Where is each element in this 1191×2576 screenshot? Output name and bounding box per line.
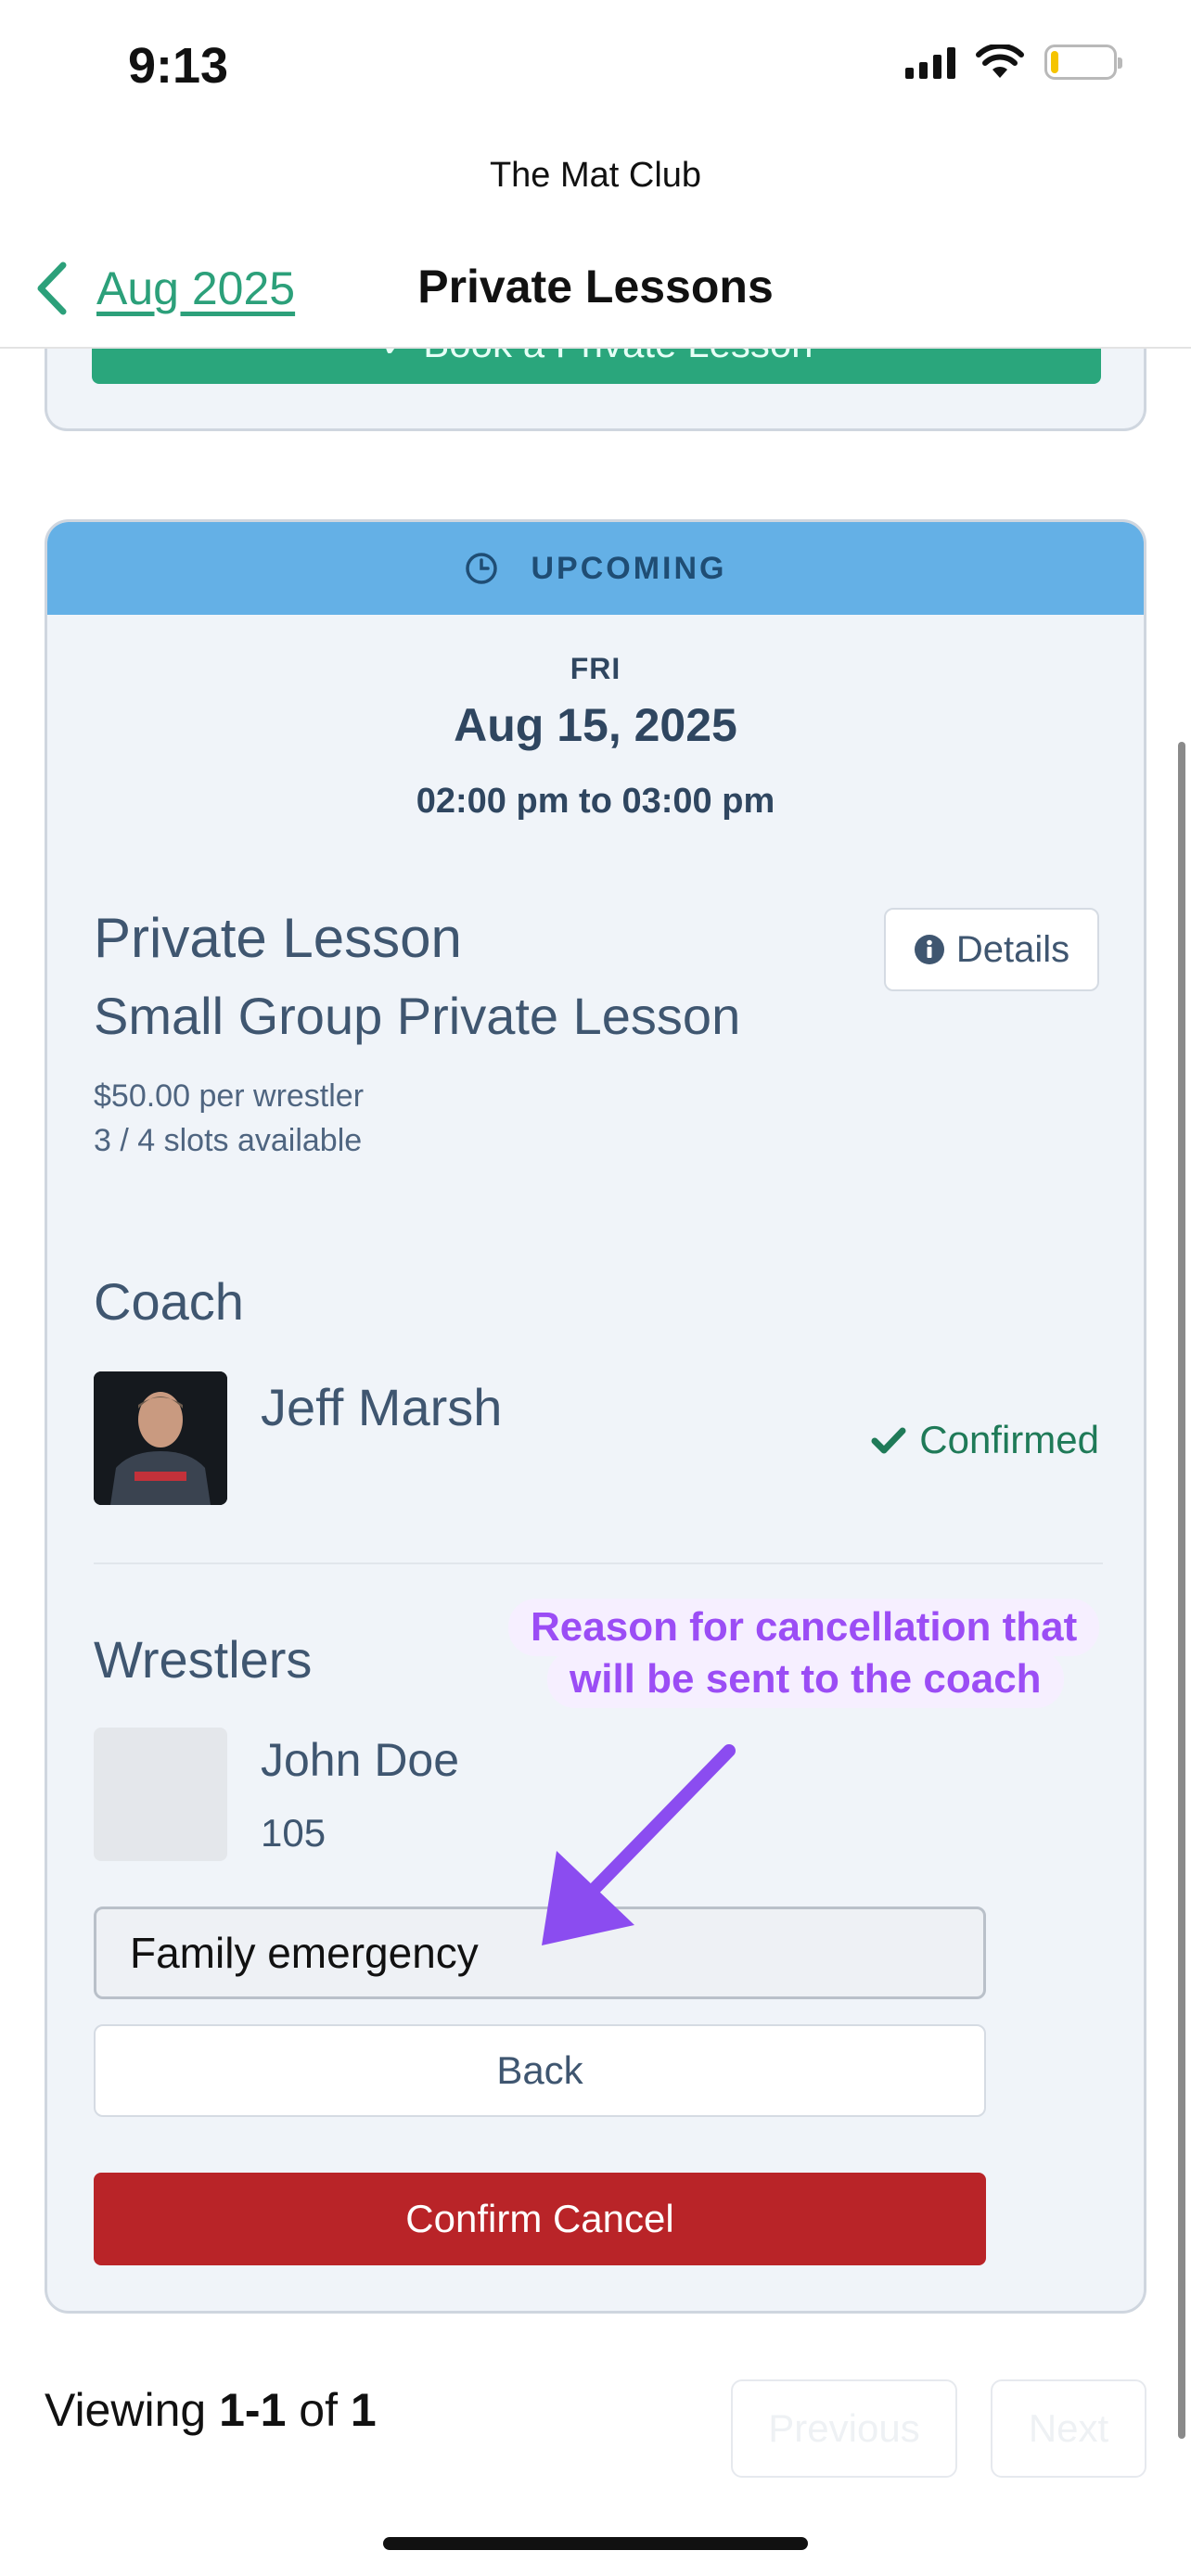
wrestler-avatar bbox=[94, 1728, 227, 1861]
cellular-signal-icon bbox=[905, 45, 955, 79]
next-button[interactable]: Next bbox=[991, 2379, 1146, 2478]
wrestler-weight: 105 bbox=[261, 1811, 327, 1855]
battery-icon bbox=[1044, 45, 1122, 80]
annotation-arrow-icon bbox=[542, 1744, 736, 1945]
lesson-date: Aug 15, 2025 bbox=[454, 699, 737, 751]
site-name: The Mat Club bbox=[489, 156, 702, 195]
pagination-range: 1-1 bbox=[219, 2384, 287, 2436]
status-icons bbox=[905, 45, 1122, 80]
page-title: Private Lessons bbox=[417, 261, 774, 312]
lesson-card: UPCOMING FRI Aug 15, 2025 02:00 pm to 03… bbox=[45, 519, 1146, 2314]
coach-status: Confirmed bbox=[871, 1418, 1099, 1462]
lesson-price: $50.00 per wrestler bbox=[94, 1078, 365, 1114]
back-button[interactable]: Back bbox=[94, 2024, 986, 2117]
wrestler-name: John Doe bbox=[261, 1734, 460, 1786]
lesson-day: FRI bbox=[570, 652, 621, 685]
pagination-of: of bbox=[299, 2384, 338, 2436]
pagination-prefix: Viewing bbox=[45, 2384, 207, 2436]
annotation-text-line1: Reason for cancellation that bbox=[508, 1599, 1100, 1656]
clock-icon bbox=[465, 553, 497, 584]
home-indicator[interactable] bbox=[383, 2537, 808, 2550]
lesson-type: Private Lesson bbox=[94, 907, 462, 969]
coach-status-label: Confirmed bbox=[919, 1418, 1099, 1461]
pagination-summary: Viewing 1-1 of 1 bbox=[45, 2383, 377, 2437]
lesson-slots: 3 / 4 slots available bbox=[94, 1123, 363, 1158]
coach-heading: Coach bbox=[94, 1272, 244, 1331]
lesson-time-range: 02:00 pm to 03:00 pm bbox=[416, 782, 775, 821]
confirm-cancel-button[interactable]: Confirm Cancel bbox=[94, 2173, 986, 2265]
status-bar: 9:13 bbox=[0, 0, 1191, 139]
section-divider bbox=[94, 1562, 1103, 1564]
coach-avatar bbox=[94, 1371, 227, 1505]
wifi-icon bbox=[976, 45, 1024, 78]
annotation-text-line2: will be sent to the coach bbox=[547, 1651, 1064, 1708]
previous-button[interactable]: Previous bbox=[731, 2379, 957, 2478]
pagination-total: 1 bbox=[350, 2384, 377, 2436]
lesson-name: Small Group Private Lesson bbox=[94, 987, 741, 1045]
status-header: UPCOMING bbox=[47, 522, 1144, 615]
coach-name: Jeff Marsh bbox=[261, 1378, 503, 1436]
header-divider bbox=[0, 347, 1191, 349]
nav-bar: Aug 2025 Private Lessons bbox=[0, 243, 1191, 345]
scrollbar[interactable] bbox=[1178, 742, 1185, 2439]
check-icon bbox=[871, 1427, 906, 1454]
coach-photo bbox=[94, 1371, 227, 1505]
details-button[interactable]: Details bbox=[884, 908, 1099, 991]
status-time: 9:13 bbox=[128, 38, 229, 94]
wrestlers-heading: Wrestlers bbox=[94, 1630, 313, 1689]
status-label: UPCOMING bbox=[531, 550, 727, 586]
details-label: Details bbox=[955, 928, 1070, 970]
info-icon bbox=[914, 935, 944, 964]
